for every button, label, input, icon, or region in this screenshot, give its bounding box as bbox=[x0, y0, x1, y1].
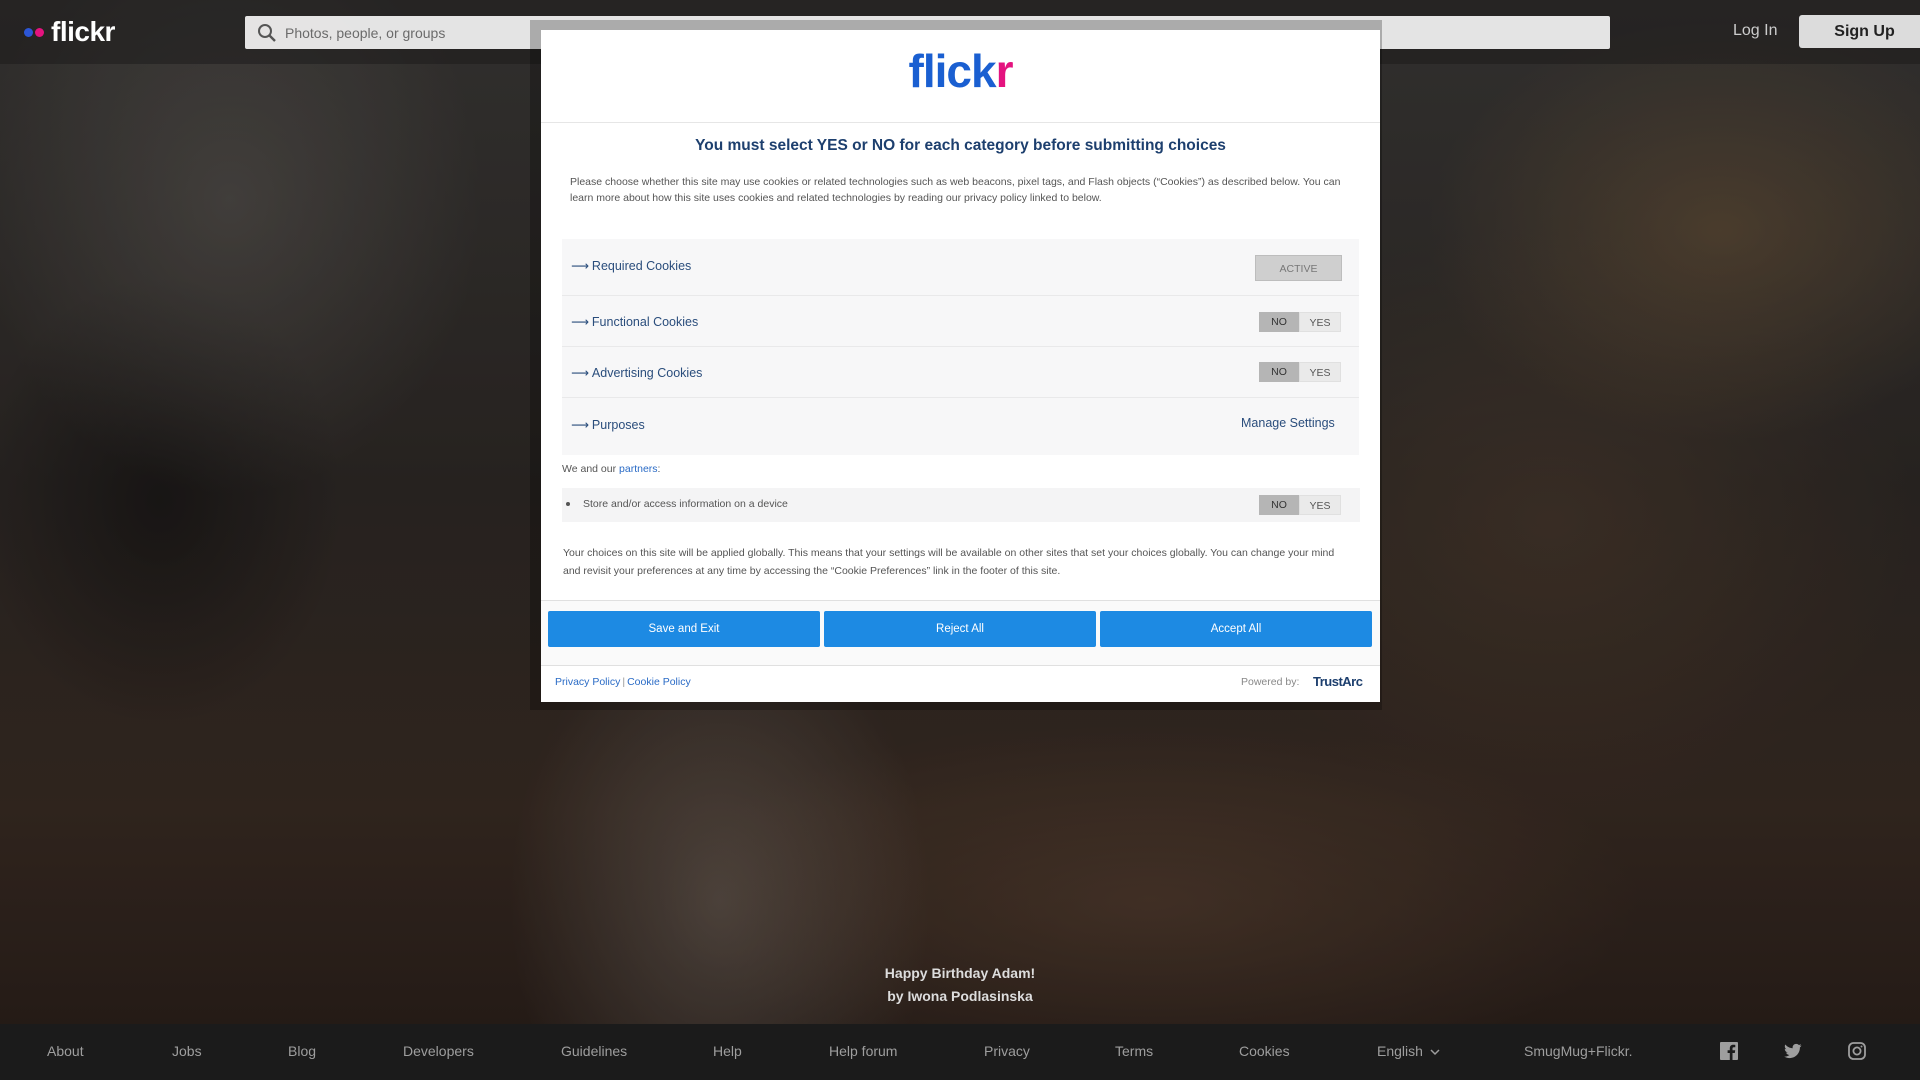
flickr-logo[interactable]: flickr bbox=[24, 16, 115, 48]
language-selector[interactable]: English bbox=[1377, 1043, 1440, 1059]
modal-header: flickr bbox=[541, 30, 1380, 123]
required-active-badge: ACTIVE bbox=[1255, 255, 1342, 281]
category-purposes-label[interactable]: ⟶ Purposes bbox=[571, 417, 645, 432]
modal-title: You must select YES or NO for each categ… bbox=[695, 137, 1226, 154]
logo-pink-dot bbox=[35, 27, 44, 37]
footer-link-privacy[interactable]: Privacy bbox=[984, 1043, 1030, 1059]
reject-all-button[interactable]: Reject All bbox=[824, 611, 1096, 647]
footer-link-help-forum[interactable]: Help forum bbox=[829, 1043, 897, 1059]
login-link[interactable]: Log In bbox=[1733, 22, 1777, 40]
bullet-icon bbox=[566, 502, 570, 506]
modal-button-bar: Save and Exit Reject All Accept All bbox=[541, 600, 1380, 666]
footer-link-developers[interactable]: Developers bbox=[403, 1043, 474, 1059]
facebook-icon[interactable] bbox=[1720, 1042, 1738, 1060]
footer-link-about[interactable]: About bbox=[47, 1043, 84, 1059]
instagram-icon[interactable] bbox=[1848, 1042, 1866, 1060]
store-access-no-button[interactable]: NO bbox=[1259, 495, 1299, 515]
cookie-consent-dialog: flickr You must select YES or NO for eac… bbox=[541, 30, 1380, 702]
category-advertising-label[interactable]: ⟶ Advertising Cookies bbox=[571, 365, 702, 380]
logo-blue-dot bbox=[24, 27, 33, 37]
store-access-yes-button[interactable]: YES bbox=[1299, 495, 1341, 515]
modal-intro-text: Please choose whether this site may use … bbox=[570, 176, 1341, 204]
photo-author[interactable]: by Iwona Podlasinska bbox=[860, 988, 1060, 1004]
footer-link-help[interactable]: Help bbox=[713, 1043, 742, 1059]
footer-link-terms[interactable]: Terms bbox=[1115, 1043, 1153, 1059]
accept-all-button[interactable]: Accept All bbox=[1100, 611, 1372, 647]
category-row-advertising[interactable]: ⟶ Advertising Cookies NO YES bbox=[562, 347, 1359, 398]
cookie-categories: ⟶ Required Cookies ACTIVE ⟶ Functional Coo… bbox=[562, 239, 1359, 455]
arrow-right-icon: ⟶ bbox=[571, 366, 589, 380]
partners-link[interactable]: partners bbox=[619, 463, 658, 475]
functional-no-button[interactable]: NO bbox=[1259, 312, 1299, 332]
advertising-toggle[interactable]: NO YES bbox=[1259, 362, 1341, 382]
global-choices-note: Your choices on this site will be applie… bbox=[563, 547, 1335, 577]
privacy-policy-link[interactable]: Privacy Policy bbox=[555, 676, 620, 688]
footer-link-jobs[interactable]: Jobs bbox=[172, 1043, 202, 1059]
footer-link-guidelines[interactable]: Guidelines bbox=[561, 1043, 627, 1059]
modal-logo-part1: flick bbox=[908, 45, 997, 97]
arrow-right-icon: ⟶ bbox=[571, 259, 589, 273]
category-functional-label[interactable]: ⟶ Functional Cookies bbox=[571, 314, 698, 329]
footer-link-blog[interactable]: Blog bbox=[288, 1043, 316, 1059]
partners-suffix: : bbox=[657, 463, 661, 475]
footer-link-smugmug[interactable]: SmugMug+Flickr. bbox=[1524, 1043, 1633, 1059]
chevron-down-icon bbox=[1430, 1049, 1440, 1056]
logo-text: flickr bbox=[51, 16, 115, 47]
category-row-purposes[interactable]: ⟶ Purposes Manage Settings bbox=[562, 398, 1359, 455]
partners-line: We and our partners: bbox=[562, 463, 660, 475]
functional-yes-button[interactable]: YES bbox=[1299, 312, 1341, 332]
advertising-no-button[interactable]: NO bbox=[1259, 362, 1299, 382]
language-label: English bbox=[1377, 1043, 1423, 1059]
arrow-right-icon: ⟶ bbox=[571, 315, 589, 329]
search-icon[interactable] bbox=[257, 23, 277, 43]
page-footer: About Jobs Blog Developers Guidelines He… bbox=[0, 1024, 1920, 1080]
store-access-row: Store and/or access information on a dev… bbox=[562, 488, 1360, 522]
twitter-icon[interactable] bbox=[1784, 1042, 1802, 1060]
category-row-functional[interactable]: ⟶ Functional Cookies NO YES bbox=[562, 296, 1359, 347]
store-access-label: Store and/or access information on a dev… bbox=[583, 498, 788, 510]
store-access-toggle[interactable]: NO YES bbox=[1259, 495, 1341, 515]
cookie-policy-link[interactable]: Cookie Policy bbox=[627, 676, 691, 688]
footer-link-cookies[interactable]: Cookies bbox=[1239, 1043, 1290, 1059]
modal-logo-part2: r bbox=[995, 45, 1014, 97]
trustarc-logo[interactable]: TrustArc bbox=[1313, 674, 1363, 689]
photo-title[interactable]: Happy Birthday Adam! bbox=[860, 965, 1060, 981]
category-row-required[interactable]: ⟶ Required Cookies ACTIVE bbox=[562, 239, 1359, 296]
modal-footer-links: Privacy Policy | Cookie Policy bbox=[555, 676, 691, 688]
signup-button[interactable]: Sign Up bbox=[1799, 15, 1920, 48]
powered-by-label: Powered by: bbox=[1241, 676, 1300, 688]
save-and-exit-button[interactable]: Save and Exit bbox=[548, 611, 820, 647]
arrow-right-icon: ⟶ bbox=[571, 418, 589, 432]
footer-separator: | bbox=[622, 676, 626, 688]
category-required-label[interactable]: ⟶ Required Cookies bbox=[571, 258, 691, 273]
modal-flickr-logo: flickr bbox=[541, 44, 1380, 98]
functional-toggle[interactable]: NO YES bbox=[1259, 312, 1341, 332]
manage-settings-link[interactable]: Manage Settings bbox=[1241, 416, 1335, 430]
advertising-yes-button[interactable]: YES bbox=[1299, 362, 1341, 382]
partners-prefix: We and our bbox=[562, 463, 620, 475]
